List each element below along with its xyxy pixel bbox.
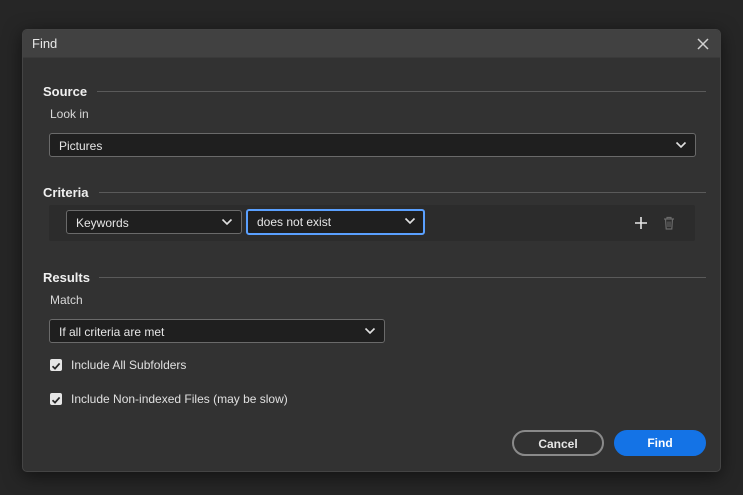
include-subfolders-checkbox[interactable] (50, 359, 62, 371)
source-divider (97, 91, 706, 92)
title-bar: Find (23, 30, 720, 58)
plus-icon[interactable] (633, 215, 649, 231)
chevron-down-icon (404, 217, 416, 225)
results-heading: Results (43, 270, 90, 285)
look-in-value: Pictures (59, 139, 103, 153)
source-heading: Source (43, 84, 88, 99)
chevron-down-icon (221, 218, 233, 226)
look-in-label: Look in (50, 107, 89, 121)
criteria-field-value: Keywords (76, 216, 129, 230)
match-select[interactable]: If all criteria are met (49, 319, 385, 343)
criteria-field-select[interactable]: Keywords (66, 210, 242, 234)
chevron-down-icon (675, 141, 687, 149)
chevron-down-icon (364, 327, 376, 335)
include-nonindexed-label: Include Non-indexed Files (may be slow) (71, 392, 288, 406)
checkmark-icon (51, 362, 61, 370)
close-icon[interactable] (694, 35, 712, 53)
criteria-divider (99, 192, 706, 193)
criteria-heading: Criteria (43, 185, 89, 200)
criteria-condition-select[interactable]: does not exist (246, 209, 425, 235)
criteria-condition-value: does not exist (257, 215, 332, 229)
find-dialog: Find Source Look in Pictures Criteria Ke… (22, 29, 721, 472)
match-value: If all criteria are met (59, 325, 165, 339)
include-nonindexed-checkbox[interactable] (50, 393, 62, 405)
look-in-select[interactable]: Pictures (49, 133, 696, 157)
checkmark-icon (51, 396, 61, 404)
cancel-button[interactable]: Cancel (512, 430, 604, 456)
trash-icon[interactable] (661, 215, 677, 231)
match-label: Match (50, 293, 83, 307)
results-divider (99, 277, 706, 278)
criteria-row: Keywords does not exist (49, 205, 695, 241)
include-subfolders-label: Include All Subfolders (71, 358, 187, 372)
find-button[interactable]: Find (614, 430, 706, 456)
dialog-title: Find (32, 36, 58, 51)
